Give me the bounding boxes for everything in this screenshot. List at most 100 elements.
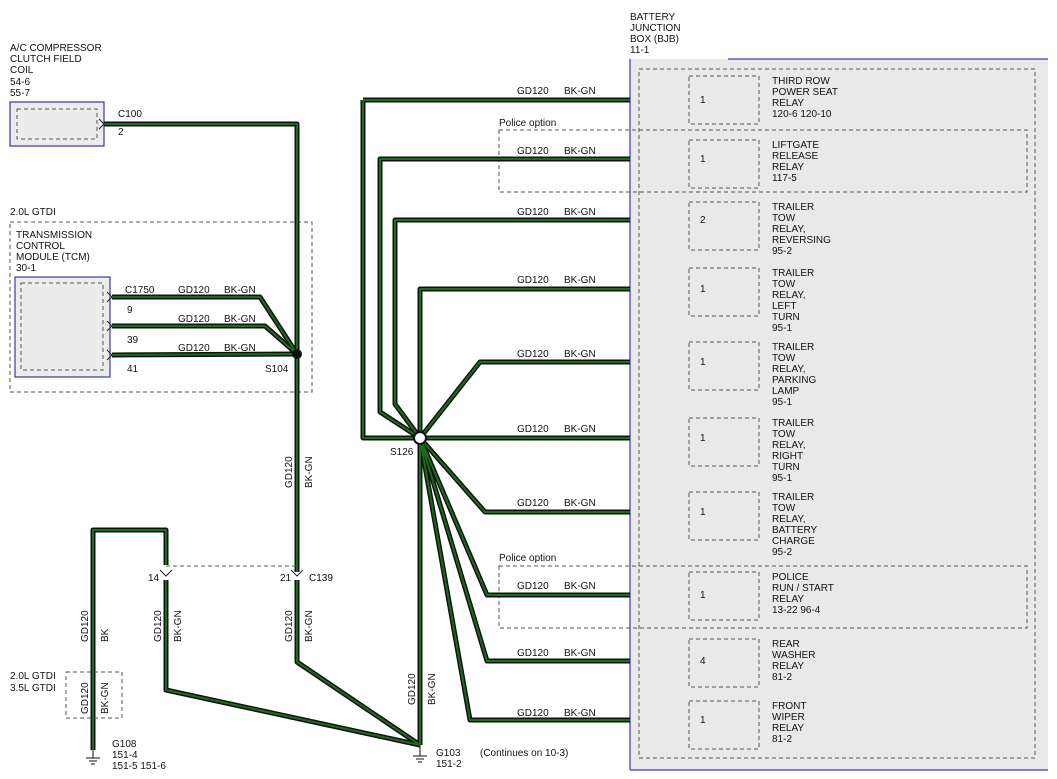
relay-label-line: 95-1 [772, 323, 792, 334]
wire-gauge-label: GD120 [517, 498, 549, 509]
ground-g103-label: 151-2 [436, 759, 462, 770]
tcm-pin-39: 39 [127, 335, 139, 346]
wire-color-label: BK-GN [564, 86, 596, 97]
c139-pin14-icon [159, 569, 173, 577]
wire-gauge-label: GD120 [517, 648, 549, 659]
relay-label-line: 81-2 [772, 734, 792, 745]
tcm-label-line: TRANSMISSION [16, 230, 92, 241]
wire-segment [417, 437, 630, 723]
wire-color-label: BK-GN [304, 456, 315, 488]
tcm-engine-label: 2.0L GTDI [10, 207, 56, 218]
relay-label-line: RELAY [772, 594, 804, 605]
ground-g108-label: 151-4 [112, 750, 138, 761]
tcm-label-line: 30-1 [16, 263, 36, 274]
wire-gauge-label: GD120 [178, 285, 210, 296]
c139-connector-label: C139 [309, 573, 333, 584]
tcm-label-line: MODULE (TCM) [16, 252, 90, 263]
wire-gauge-label: GD120 [517, 207, 549, 218]
bjb-title-line: 11-1 [630, 45, 650, 56]
wire-color-label: BK-GN [564, 275, 596, 286]
wire-segment [417, 437, 630, 598]
wire-color-label: BK-GN [564, 349, 596, 360]
relay-label-line: TOW [772, 213, 796, 224]
relay-label-line: RELAY [772, 723, 804, 734]
bjb-background [630, 59, 1048, 770]
relay-pin-number: 1 [700, 433, 706, 444]
relay-label-line: REVERSING [772, 235, 831, 246]
relay-label-line: 13-22 96-4 [772, 605, 821, 616]
relay-label-line: PARKING [772, 375, 816, 386]
wire-color-label: BK-GN [564, 708, 596, 719]
ac-label-line: CLUTCH FIELD [10, 54, 82, 65]
relay-pin-number: 1 [700, 95, 706, 106]
tcm-pin-9: 9 [127, 305, 133, 316]
ground-g108-label: G108 [112, 739, 137, 750]
wire-harness [90, 97, 630, 750]
relay-label-line: 95-1 [772, 397, 792, 408]
relay-pin-number: 1 [700, 507, 706, 518]
bjb-title-line: JUNCTION [630, 23, 681, 34]
relay-label-line: TURN [772, 462, 800, 473]
relay-pin-number: 1 [700, 154, 706, 165]
relay-label-line: POLICE [772, 572, 809, 583]
wiring-diagram: BATTERY JUNCTION BOX (BJB) 11-1 Police o… [9, 12, 1048, 772]
vertical-wire-labels: GD120 BK-GN GD120 BK GD120 BK-GN GD120 B… [80, 456, 438, 705]
relay-label-line: CHARGE [772, 536, 815, 547]
relay-label-line: TOW [772, 353, 796, 364]
tcm-connector-c1750: C1750 [125, 285, 155, 296]
relay-label-line: RELAY, [772, 290, 806, 301]
relay-label-line: RELAY, [772, 440, 806, 451]
relay-label-line: RIGHT [772, 451, 803, 462]
relay-label-line: RELAY [772, 661, 804, 672]
wire-gauge-label: GD120 [517, 424, 549, 435]
relay-label-line: TOW [772, 279, 796, 290]
wire-segment [392, 217, 630, 440]
relay-label-line: POWER SEAT [772, 87, 838, 98]
relay-label-line: 81-2 [772, 672, 792, 683]
ac-connector-c100: C100 [118, 109, 142, 120]
relay-label-line: RELAY, [772, 514, 806, 525]
relay-label-line: TOW [772, 429, 796, 440]
relay-label-line: 95-2 [772, 246, 792, 257]
relay-label-line: TRAILER [772, 202, 814, 213]
engine-option-label: 2.0L GTDI [10, 671, 56, 682]
wire-color-label: BK-GN [564, 207, 596, 218]
relay-label-line: TRAILER [772, 418, 814, 429]
relay-label-line: THIRD ROW [772, 76, 830, 87]
relay-label-line: TURN [772, 312, 800, 323]
relay-label-line: RUN / START [772, 583, 834, 594]
c139-pin-14: 14 [148, 573, 160, 584]
wire-color-label: BK-GN [564, 424, 596, 435]
relay-label-line: TOW [772, 503, 796, 514]
wire-color-label: BK-GN [173, 610, 184, 642]
splice-s104 [292, 349, 302, 359]
wire-gauge-label: GD120 [517, 86, 549, 97]
relay-label-line: TRAILER [772, 342, 814, 353]
splice-s104-label: S104 [265, 364, 289, 375]
wire-color-label: BK-GN [304, 610, 315, 642]
police-option-label: Police option [499, 553, 556, 564]
relay-label-line: LIFTGATE [772, 140, 819, 151]
relay-label-line: RELEASE [772, 151, 818, 162]
bjb-title: BATTERY JUNCTION BOX (BJB) 11-1 [630, 12, 681, 56]
wire-color-label: BK-GN [564, 648, 596, 659]
wire-gauge-label: GD120 [153, 610, 164, 642]
bjb-title-line: BOX (BJB) [630, 34, 679, 45]
ac-compressor-label: A/C COMPRESSOR CLUTCH FIELD COIL 54-6 55… [10, 43, 102, 99]
c139-pin-21: 21 [280, 573, 292, 584]
relay-label-line: RELAY [772, 162, 804, 173]
wire-color-label: BK-GN [224, 314, 256, 325]
relay-label-line: 95-2 [772, 547, 792, 558]
relay-label-line: WASHER [772, 650, 816, 661]
relay-label-line: WIPER [772, 712, 805, 723]
wire-gauge-label: GD120 [80, 682, 91, 714]
continues-note: (Continues on 10-3) [480, 748, 568, 759]
bjb-wire-labels: GD120 BK-GN GD120 BK-GN GD120 BK-GN GD120 BK-GN… [517, 86, 596, 719]
relay-pin-number: 1 [700, 284, 706, 295]
relay-pin-number: 1 [700, 715, 706, 726]
tcm-label-line: CONTROL [16, 241, 65, 252]
wire-gauge-label: GD120 [517, 581, 549, 592]
relay-label-line: LEFT [772, 301, 796, 312]
wire-color-label: BK [100, 628, 111, 642]
ground-g103-icon [413, 745, 427, 763]
